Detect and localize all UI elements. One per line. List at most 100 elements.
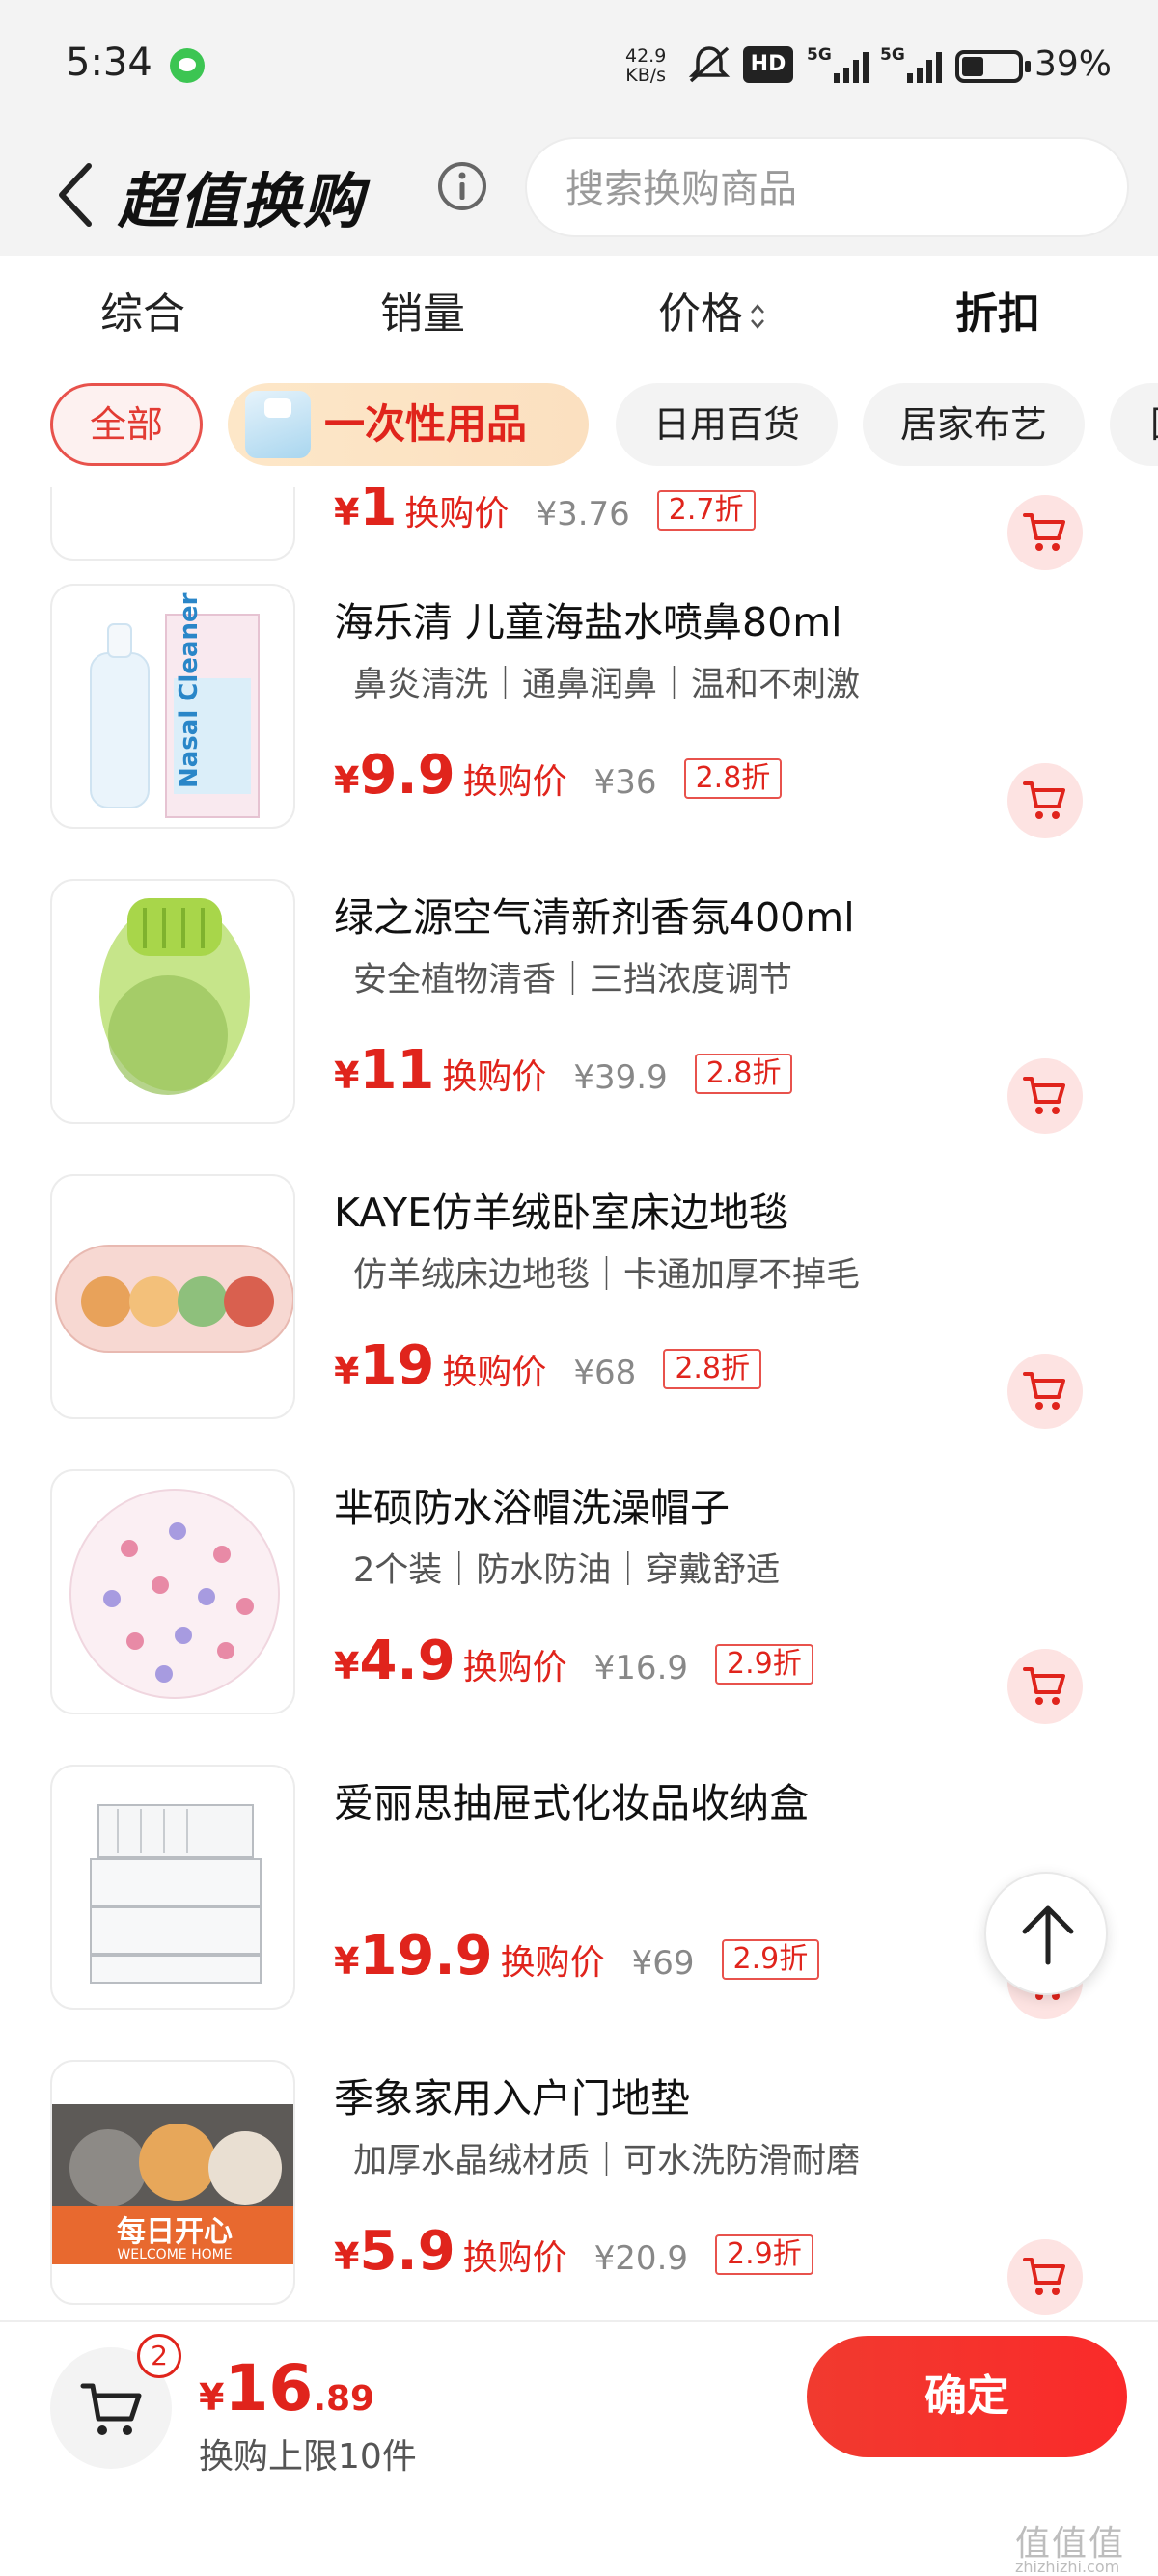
total-price: ¥16.89 <box>199 2351 375 2425</box>
discount-badge: 2.9折 <box>721 1939 820 1980</box>
exchange-price: 5.9 <box>359 2220 455 2283</box>
category-chip-disposables[interactable]: 一次性用品 <box>228 383 589 466</box>
add-to-cart-button[interactable] <box>1007 1058 1083 1134</box>
product-name: KAYE仿羊绒卧室床边地毯 <box>334 1190 788 1236</box>
discount-badge: 2.8折 <box>694 1054 793 1094</box>
product-list: ¥1 换购价 ¥3.76 2.7折 Nasal Cleaner 海乐清 儿童海盐水喷鼻… <box>0 487 1158 2320</box>
original-price: ¥20.9 <box>593 2239 689 2278</box>
discount-badge: 2.8折 <box>663 1349 762 1389</box>
exchange-limit-text: 换购上限10件 <box>199 2437 417 2477</box>
sort-arrows-icon <box>751 304 764 329</box>
search-box[interactable] <box>525 137 1129 237</box>
back-to-top-button[interactable] <box>984 1872 1108 1995</box>
sort-bar: 综合 销量 价格 折扣 <box>0 256 1158 362</box>
status-time: 5:34 <box>66 41 152 85</box>
back-icon[interactable] <box>52 156 100 233</box>
product-name: 海乐清 儿童海盐水喷鼻80ml <box>334 599 842 645</box>
product-tags: 鼻炎清洗｜通鼻润鼻｜温和不刺激 <box>353 666 861 704</box>
svg-text:Nasal Cleaner: Nasal Cleaner <box>175 592 204 788</box>
price-line: ¥19 换购价 ¥68 2.8折 <box>334 1334 762 1402</box>
product-image: 每日开心 WELCOME HOME <box>50 2060 295 2305</box>
price-line: ¥19.9 换购价 ¥69 2.9折 <box>334 1925 820 1992</box>
sort-tab-comprehensive[interactable]: 综合 <box>100 279 185 341</box>
product-image <box>50 879 295 1124</box>
hd-badge: HD <box>743 46 793 83</box>
exchange-price: 1 <box>359 487 398 538</box>
add-to-cart-button[interactable] <box>1007 1354 1083 1429</box>
exchange-price: 11 <box>359 1039 435 1102</box>
product-image <box>50 1174 295 1419</box>
product-image: Nasal Cleaner <box>50 584 295 829</box>
category-chip-more[interactable]: 国 <box>1110 383 1158 466</box>
confirm-button[interactable]: 确定 <box>807 2336 1127 2457</box>
cart-icon <box>1023 781 1065 819</box>
exchange-price: 19.9 <box>359 1925 493 1987</box>
search-input[interactable] <box>565 162 1106 216</box>
exchange-price: 4.9 <box>359 1630 455 1692</box>
original-price: ¥36 <box>593 763 657 802</box>
svg-text:5G: 5G <box>880 45 905 65</box>
battery-text: 39% <box>1034 44 1113 84</box>
price-line: ¥9.9 换购价 ¥36 2.8折 <box>334 744 783 811</box>
bottom-bar: 2 ¥16.89 换购上限10件 确定 值值值 zhizhizhi.com <box>0 2320 1158 2576</box>
category-chip-label: 一次性用品 <box>324 400 528 448</box>
product-tags: 仿羊绒床边地毯｜卡通加厚不掉毛 <box>353 1256 861 1295</box>
sort-tab-price[interactable]: 价格 <box>658 279 766 341</box>
add-to-cart-button[interactable] <box>1007 495 1083 570</box>
price-label: 换购价 <box>462 1648 567 1687</box>
category-chip-daily[interactable]: 日用百货 <box>616 383 838 466</box>
product-image <box>50 1765 295 2010</box>
product-image <box>50 487 295 561</box>
exchange-price: 19 <box>359 1334 435 1397</box>
original-price: ¥68 <box>573 1354 637 1392</box>
svg-text:每日开心: 每日开心 <box>117 2215 233 2249</box>
battery-icon <box>955 50 1031 83</box>
product-row[interactable]: 每日开心 WELCOME HOME 季象家用入户门地垫 加厚水晶绒材质｜可水洗防… <box>0 2060 1158 2320</box>
cart-icon <box>1023 1667 1065 1705</box>
add-to-cart-button[interactable] <box>1007 763 1083 838</box>
original-price: ¥16.9 <box>593 1649 689 1687</box>
category-bar: 全部 一次性用品 日用百货 居家布艺 国 <box>0 362 1158 487</box>
svg-text:WELCOME HOME: WELCOME HOME <box>117 2247 232 2262</box>
product-row[interactable]: 绿之源空气清新剂香氛400ml 安全植物清香｜三挡浓度调节 ¥11 换购价 ¥39.… <box>0 879 1158 1174</box>
exchange-price: 9.9 <box>359 744 455 807</box>
cart-icon <box>1023 1372 1065 1410</box>
product-row[interactable]: Nasal Cleaner 海乐清 儿童海盐水喷鼻80ml 鼻炎清洗｜通鼻润鼻｜… <box>0 584 1158 879</box>
status-bar: 5:34 42.9 KB/s HD 5G 5G 39% <box>0 0 1158 135</box>
price-label: 换购价 <box>442 1057 547 1097</box>
watermark-url: zhizhizhi.com <box>1015 2558 1120 2576</box>
header: 超值换购 <box>0 135 1158 256</box>
arrow-up-icon <box>1022 1905 1074 1965</box>
signal-icon: 5G <box>807 45 868 83</box>
sort-tab-sales[interactable]: 销量 <box>380 279 465 341</box>
mute-icon <box>688 46 731 83</box>
signal-icon: 5G <box>880 45 942 83</box>
category-chip-all[interactable]: 全部 <box>50 383 203 466</box>
info-icon[interactable] <box>436 160 488 212</box>
price-label: 换购价 <box>500 1943 605 1983</box>
price-line: ¥11 换购价 ¥39.9 2.8折 <box>334 1039 793 1107</box>
category-chip-home-textile[interactable]: 居家布艺 <box>863 383 1085 466</box>
price-label: 换购价 <box>462 2238 567 2278</box>
product-row[interactable]: 爱丽思抽屉式化妆品收纳盒 ¥19.9 换购价 ¥69 2.9折 <box>0 1765 1158 2060</box>
svg-text:5G: 5G <box>807 45 832 65</box>
discount-badge: 2.9折 <box>715 2234 813 2275</box>
page-title: 超值换购 <box>118 166 366 236</box>
discount-badge: 2.9折 <box>715 1644 813 1685</box>
add-to-cart-button[interactable] <box>1007 1649 1083 1724</box>
price-label: 换购价 <box>442 1353 547 1392</box>
wechat-icon <box>170 48 205 83</box>
product-row[interactable]: KAYE仿羊绒卧室床边地毯 仿羊绒床边地毯｜卡通加厚不掉毛 ¥19 换购价 ¥68 2… <box>0 1174 1158 1469</box>
add-to-cart-button[interactable] <box>1007 2239 1083 2315</box>
original-price: ¥3.76 <box>536 495 630 534</box>
category-image <box>245 391 311 458</box>
cart-icon <box>1023 1077 1065 1114</box>
sort-tab-discount[interactable]: 折扣 <box>955 279 1040 341</box>
product-tags: 安全植物清香｜三挡浓度调节 <box>353 961 793 1000</box>
discount-badge: 2.7折 <box>656 490 756 531</box>
price-label: 换购价 <box>462 762 567 802</box>
product-name: 季象家用入户门地垫 <box>334 2075 690 2122</box>
discount-badge: 2.8折 <box>683 758 783 799</box>
product-row[interactable]: 芈硕防水浴帽洗澡帽子 2个装｜防水防油｜穿戴舒适 ¥4.9 换购价 ¥16.9 2.9… <box>0 1469 1158 1765</box>
product-tags: 2个装｜防水防油｜穿戴舒适 <box>353 1551 781 1590</box>
